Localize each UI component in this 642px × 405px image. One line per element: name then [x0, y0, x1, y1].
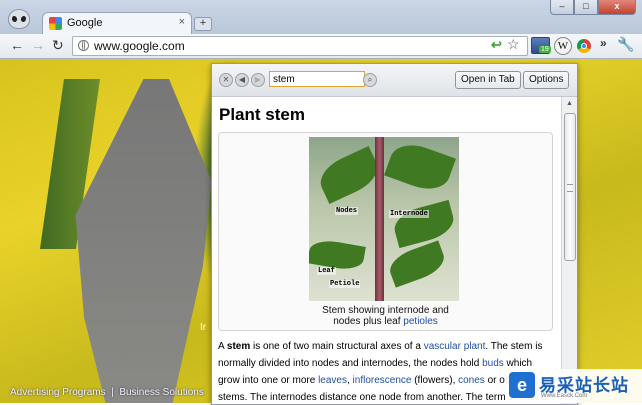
bold-term: stem — [226, 341, 251, 352]
popup-search-input[interactable] — [269, 71, 365, 87]
watermark-subtext: Www.Easck.Com — [541, 393, 588, 399]
leaf-shape — [385, 240, 449, 288]
extensions-overflow-icon[interactable]: » — [600, 36, 607, 50]
leaf-shape — [384, 137, 456, 197]
inflorescence-link[interactable]: inflorescence — [353, 375, 412, 386]
popup-toolbar: ✕ ◀ ▶ ⌕ Open in Tab Options — [212, 64, 577, 97]
popup-search-go-icon[interactable]: ⌕ — [363, 73, 377, 87]
watermark: e 易采站长站 Www.Easck.Com — [505, 369, 642, 403]
new-tab-button[interactable]: + — [194, 17, 212, 31]
extension-badge: 19 — [539, 46, 551, 53]
tab-title: Google — [67, 17, 103, 29]
label-leaf: Leaf — [317, 267, 336, 275]
popup-scrollbar[interactable]: ▲ ▼ — [561, 97, 577, 404]
news-extension-icon[interactable]: 19 — [531, 37, 551, 54]
popup-close-icon[interactable]: ✕ — [219, 73, 233, 87]
text-run: (flowers), — [411, 375, 459, 386]
wikipedia-extension-icon[interactable]: W — [554, 37, 572, 55]
forward-arrow-icon[interactable]: → — [31, 37, 45, 53]
wiki-popup: ✕ ◀ ▶ ⌕ Open in Tab Options Plant stem N… — [211, 63, 578, 405]
vascular-plant-link[interactable]: vascular plant — [424, 341, 486, 352]
stem-shape — [375, 137, 384, 301]
article-paragraph: A stem is one of two main structural axe… — [218, 338, 553, 404]
bookmark-star-icon[interactable]: ☆ — [507, 36, 520, 53]
leaf-shape — [314, 146, 384, 204]
globe-icon — [78, 40, 89, 51]
label-petiole: Petiole — [329, 280, 361, 288]
petioles-link[interactable]: petioles — [403, 316, 437, 327]
leaves-link[interactable]: leaves — [318, 375, 347, 386]
open-in-tab-button[interactable]: Open in Tab — [455, 71, 521, 89]
caption-line-2: nodes plus leaf — [333, 316, 404, 327]
figure-caption: Stem showing internode and nodes plus le… — [219, 305, 552, 327]
text-run: is one of two main structural axes of a — [250, 341, 424, 352]
buds-link[interactable]: buds — [482, 358, 504, 369]
minimize-button[interactable]: – — [550, 0, 574, 15]
maximize-button[interactable]: □ — [574, 0, 598, 15]
popup-forward-icon[interactable]: ▶ — [251, 73, 265, 87]
google-favicon-icon — [49, 17, 62, 30]
reload-icon[interactable]: ↻ — [52, 37, 64, 54]
tab-close-icon[interactable]: × — [179, 16, 185, 28]
address-url[interactable]: www.google.com — [94, 39, 185, 53]
back-arrow-icon[interactable]: ← — [10, 37, 24, 53]
cones-link[interactable]: cones — [458, 375, 485, 386]
label-nodes: Nodes — [335, 207, 359, 215]
scrollbar-thumb[interactable] — [564, 113, 576, 261]
label-internode: Internode — [389, 210, 429, 218]
options-button[interactable]: Options — [523, 71, 570, 89]
footer-separator: | — [111, 387, 114, 398]
plant-stem-image[interactable]: Nodes Internode Leaf Petiole — [309, 137, 459, 301]
partial-page-text: Ir — [200, 322, 207, 333]
popup-back-icon[interactable]: ◀ — [235, 73, 249, 87]
tab-google[interactable]: Google × — [42, 12, 192, 35]
article-figure: Nodes Internode Leaf Petiole Stem showin… — [218, 132, 553, 331]
title-bar: Google × + – □ x — [0, 0, 642, 35]
advertising-link[interactable]: Advertising Programs — [10, 387, 106, 398]
footer-links: Advertising Programs | Business Solution… — [10, 387, 204, 398]
grip-icon — [567, 184, 573, 192]
close-window-button[interactable]: x — [598, 0, 636, 15]
caption-line-1: Stem showing internode and — [322, 305, 449, 316]
popup-article: Plant stem Nodes Internode Leaf Petiole … — [212, 97, 561, 404]
text-run: A — [218, 341, 227, 352]
browser-logo-icon — [8, 9, 30, 29]
address-bar[interactable]: www.google.com — [72, 36, 528, 56]
go-arrow-icon[interactable]: ↩ — [491, 37, 502, 53]
window-controls: – □ x — [550, 0, 636, 15]
chrome-extension-icon[interactable] — [577, 39, 591, 53]
scroll-up-icon[interactable]: ▲ — [563, 98, 576, 110]
leaf-shape — [390, 199, 458, 249]
watermark-logo: e — [509, 372, 535, 398]
wrench-menu-icon[interactable]: 🔧 — [617, 36, 634, 53]
article-title: Plant stem — [219, 105, 305, 124]
business-link[interactable]: Business Solutions — [119, 387, 204, 398]
